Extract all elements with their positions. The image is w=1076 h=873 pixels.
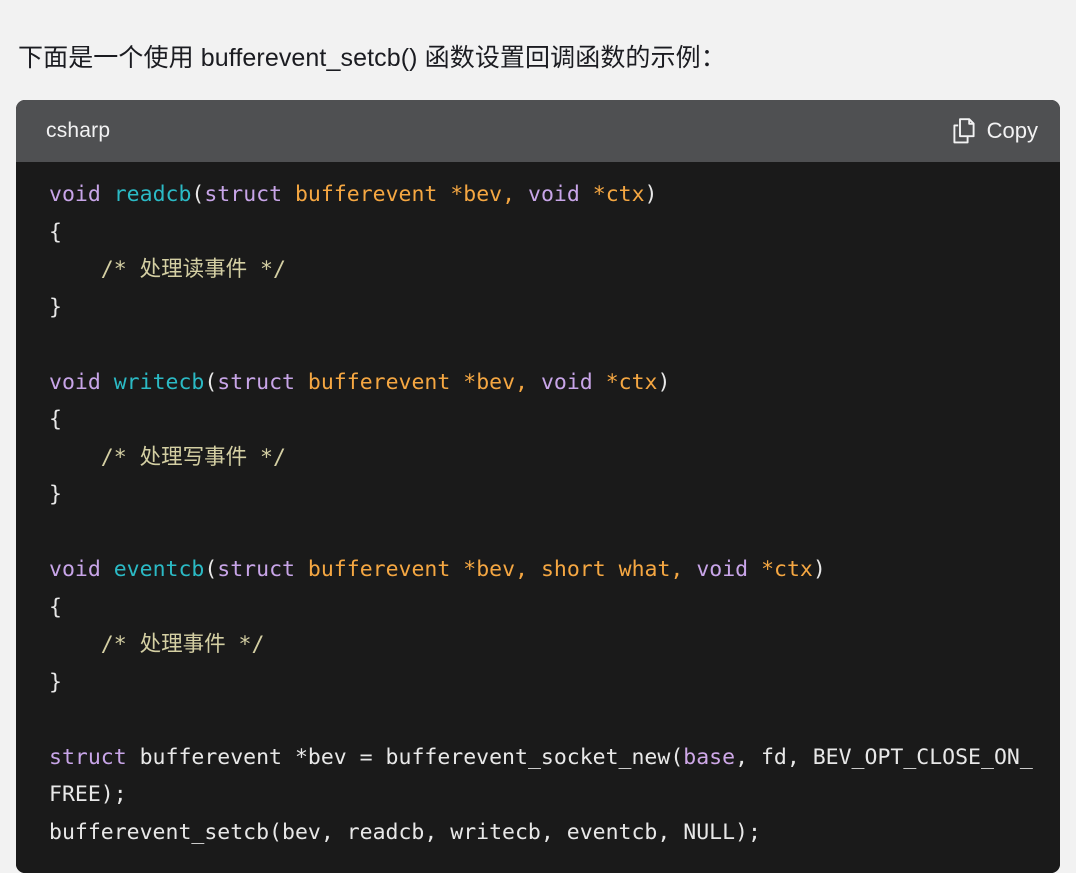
code-token: bufferevent *bev = bufferevent_socket_ne… — [126, 744, 684, 770]
code-token: { — [49, 594, 62, 620]
code-line: } — [16, 289, 1060, 327]
code-block-header: csharp Copy — [16, 100, 1060, 162]
code-line: { — [16, 401, 1060, 439]
code-token: eventcb — [113, 557, 205, 582]
code-token: void — [528, 182, 580, 207]
code-line: } — [16, 476, 1060, 514]
code-token: *bev, — [463, 557, 528, 582]
code-language-label: csharp — [46, 119, 111, 142]
code-token: ( — [204, 557, 218, 582]
code-line — [16, 326, 1060, 364]
code-token: /* 处理写事件 */ — [49, 444, 286, 470]
code-token: what, — [618, 557, 684, 582]
code-line: void writecb(struct bufferevent *bev, vo… — [16, 364, 1060, 402]
code-token: *bev, — [450, 182, 516, 207]
code-token: *ctx — [605, 369, 658, 395]
code-content[interactable]: void readcb(struct bufferevent *bev, voi… — [16, 162, 1060, 873]
code-line: /* 处理读事件 */ — [16, 251, 1060, 289]
code-token: ) — [812, 557, 826, 582]
code-token: { — [49, 219, 62, 245]
code-token: struct — [204, 182, 283, 207]
code-token: *ctx — [761, 557, 813, 582]
code-block: csharp Copy void readcb(struct buffereve… — [16, 100, 1060, 873]
code-token: *ctx — [592, 182, 645, 207]
code-line: void readcb(struct bufferevent *bev, voi… — [16, 176, 1060, 214]
code-token: void — [49, 369, 101, 395]
code-token: bufferevent_setcb(bev, readcb, writecb, … — [49, 819, 761, 845]
code-token: base — [683, 744, 736, 770]
code-token: } — [49, 669, 62, 695]
copy-button[interactable]: Copy — [952, 118, 1038, 144]
code-token: void — [540, 369, 593, 395]
code-token: bufferevent — [294, 182, 438, 207]
code-token: short — [540, 557, 606, 582]
code-token: struct — [217, 557, 295, 582]
code-token: } — [49, 294, 62, 320]
code-line: { — [16, 214, 1060, 252]
code-token: writecb — [113, 369, 205, 395]
code-token: bufferevent — [307, 369, 451, 395]
code-line: struct bufferevent *bev = bufferevent_so… — [16, 739, 1060, 814]
code-token: /* 处理读事件 */ — [49, 257, 286, 282]
code-line: bufferevent_setcb(bev, readcb, writecb, … — [16, 814, 1060, 852]
code-line: void eventcb(struct bufferevent *bev, sh… — [16, 551, 1060, 589]
code-line — [16, 701, 1060, 739]
code-token: ) — [644, 182, 658, 207]
code-token: *bev, — [463, 369, 528, 395]
copy-button-label: Copy — [986, 118, 1038, 143]
code-line: /* 处理事件 */ — [16, 626, 1060, 664]
code-token: readcb — [113, 182, 192, 207]
code-token: void — [696, 557, 749, 582]
code-token: bufferevent — [307, 557, 451, 582]
copy-icon — [952, 118, 976, 144]
code-token: ) — [657, 369, 671, 395]
code-line — [16, 514, 1060, 552]
code-token: void — [49, 182, 101, 207]
code-token: ( — [191, 182, 205, 207]
code-token: { — [49, 407, 62, 432]
code-token: /* 处理事件 */ — [49, 632, 265, 657]
code-line: } — [16, 664, 1060, 702]
code-token: ( — [204, 369, 218, 395]
code-token: void — [49, 557, 101, 582]
code-token: struct — [217, 369, 295, 395]
code-token: struct — [49, 744, 127, 770]
code-line: /* 处理写事件 */ — [16, 439, 1060, 477]
page-title: 下面是一个使用 bufferevent_setcb() 函数设置回调函数的示例： — [18, 44, 726, 72]
code-line: { — [16, 589, 1060, 627]
code-token: } — [49, 482, 62, 507]
